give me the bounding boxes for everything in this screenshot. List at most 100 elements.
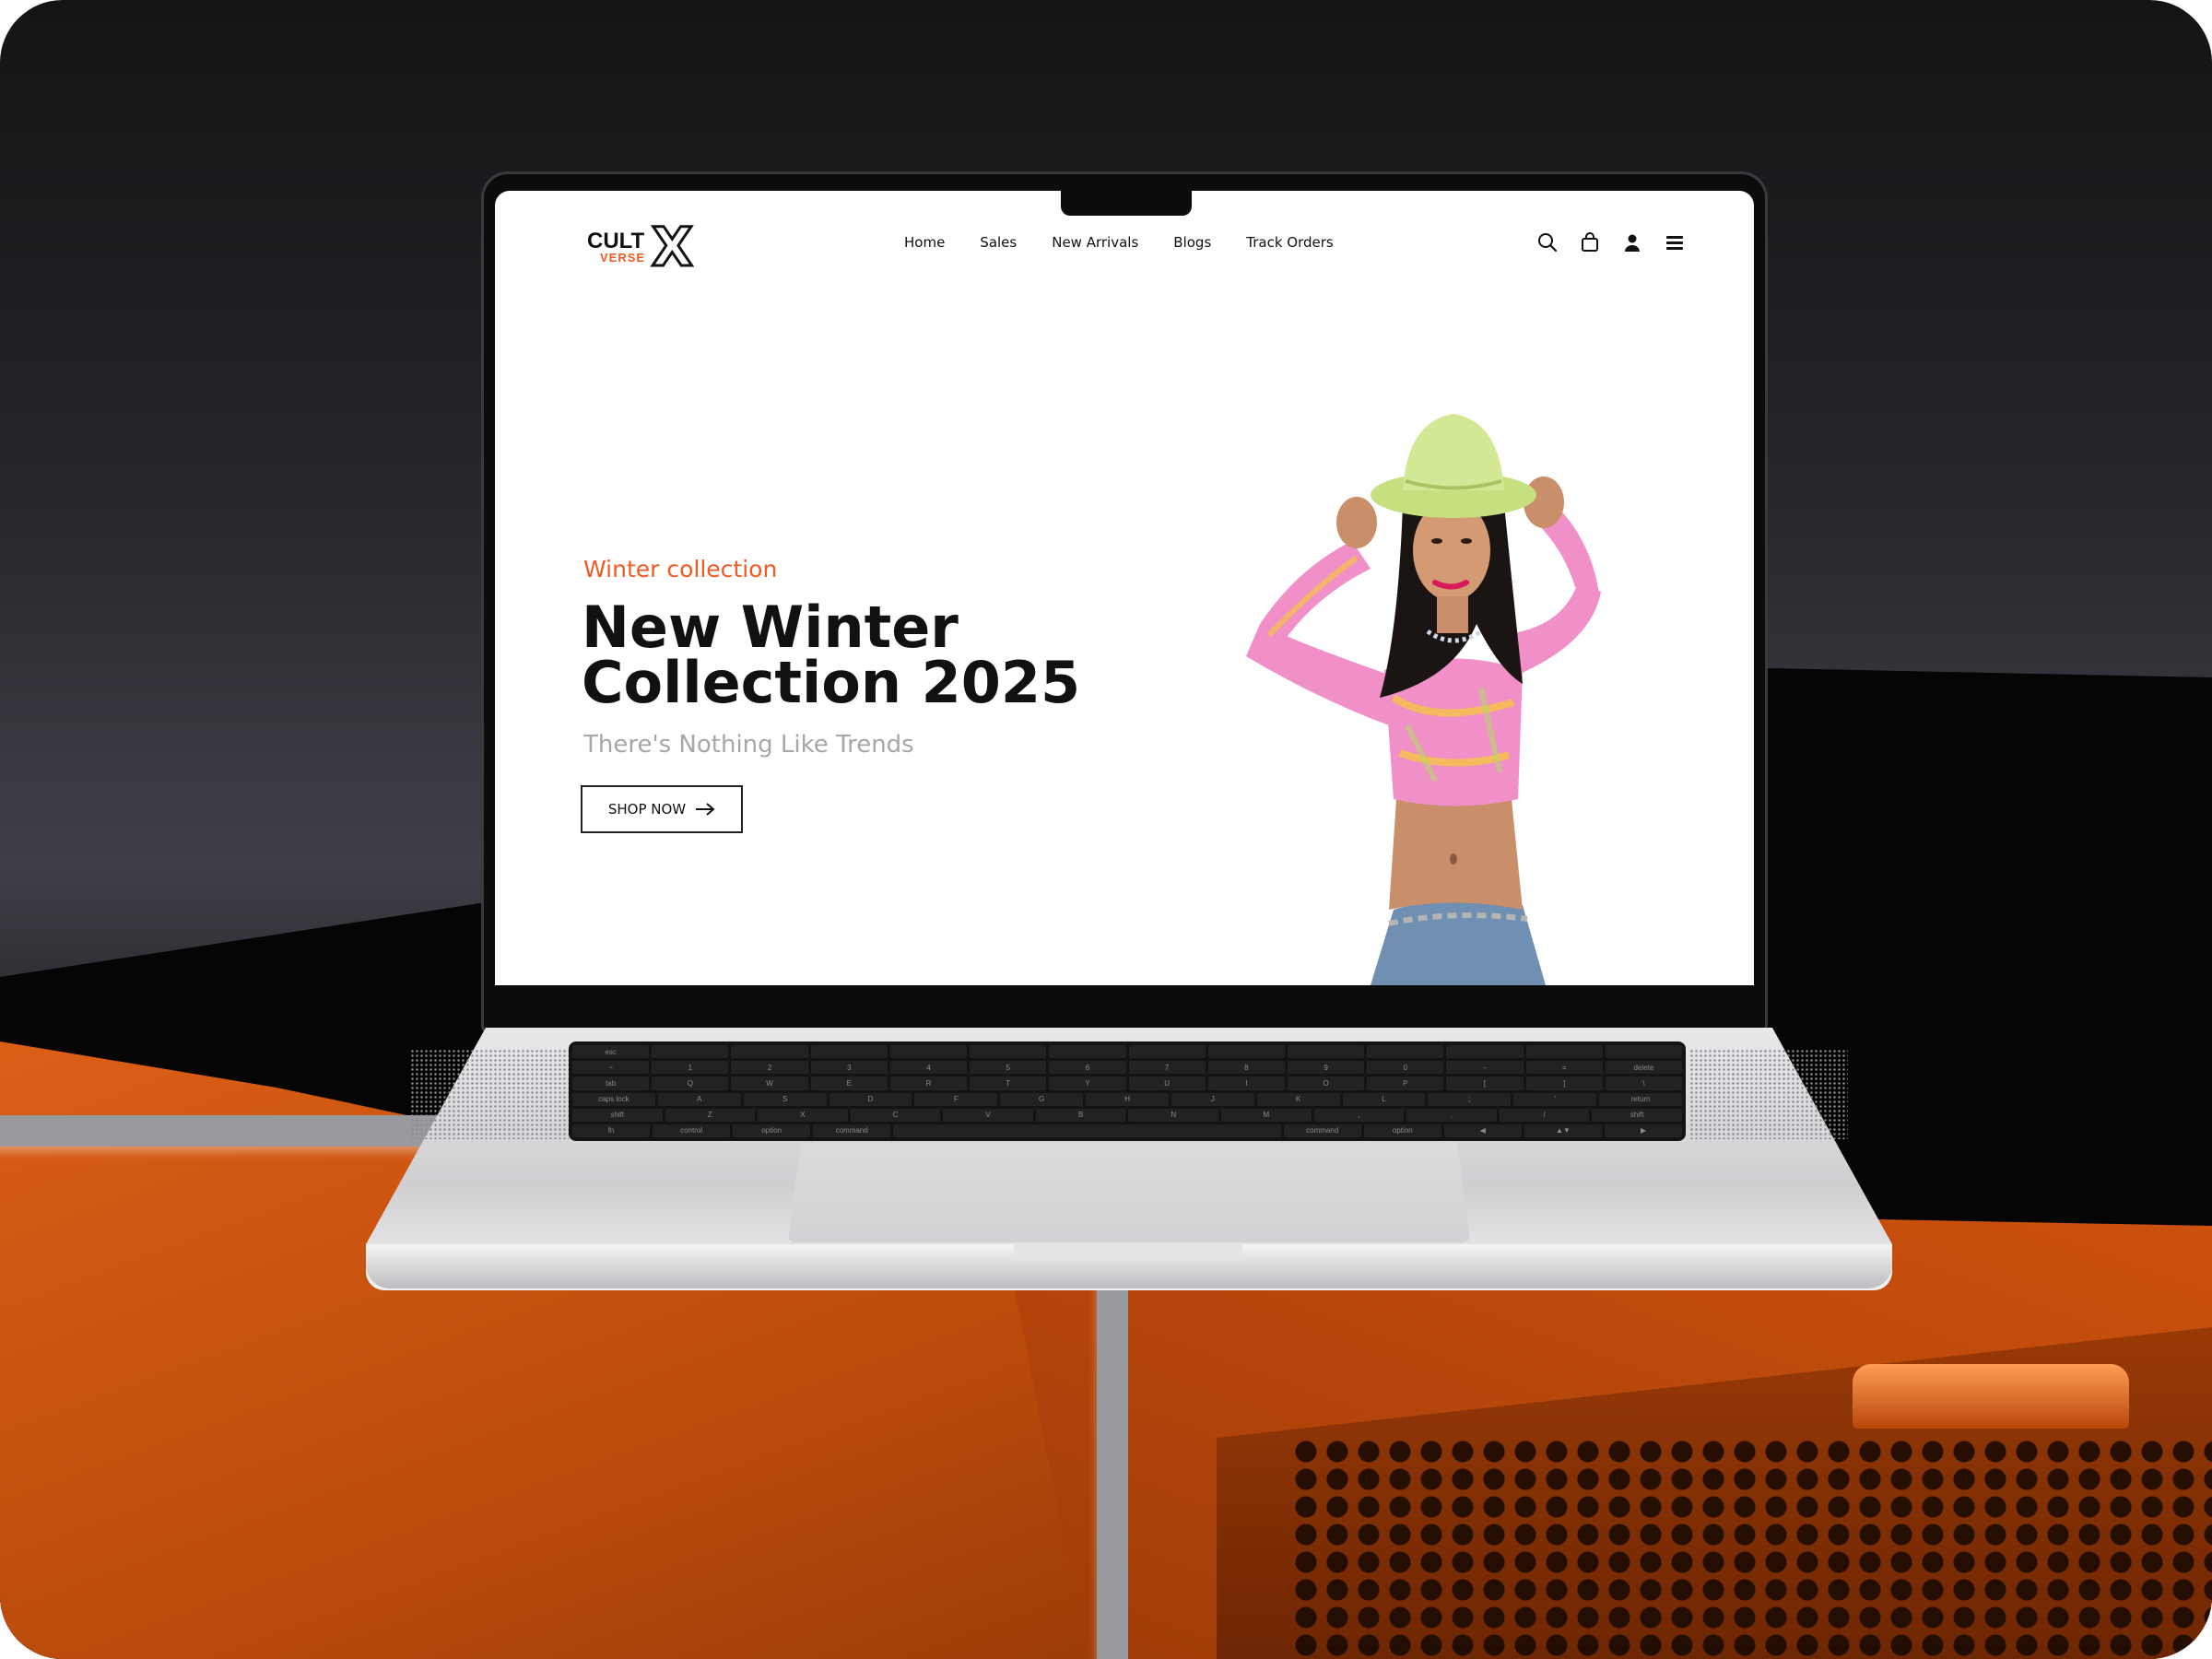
key[interactable]: R [889,1077,968,1090]
key[interactable]: option [1363,1124,1441,1137]
hex-grille [1290,1438,2212,1659]
key[interactable]: X [758,1108,848,1122]
key[interactable]: 3 [810,1061,888,1075]
keyboard-row: tab Q W E R T Y U I O P[] \ [572,1077,1683,1090]
key[interactable]: N [1128,1108,1219,1122]
key[interactable]: C [850,1108,941,1122]
key[interactable]: - [1446,1061,1524,1075]
key[interactable]: ] [1525,1077,1603,1090]
hero-model-image [1246,414,1601,985]
key[interactable]: caps lock [572,1092,655,1106]
key[interactable] [1605,1045,1683,1059]
key[interactable]: 1 [652,1061,729,1075]
key[interactable]: ◀ [1443,1124,1522,1137]
key[interactable]: command [1283,1124,1361,1137]
keyboard: esc ~1 2 3 4 5 6 7 8 9 0- = delete tab Q W E R T Y U I O P[] \… [569,1041,1686,1141]
key[interactable]: 7 [1128,1061,1206,1075]
shop-now-button[interactable]: SHOP NOW [581,785,743,833]
key[interactable]: T [970,1077,1047,1090]
key[interactable]: tab [572,1077,650,1090]
key[interactable]: fn [572,1124,651,1137]
key[interactable] [1367,1045,1444,1059]
key[interactable]: Z [665,1108,756,1122]
key[interactable] [1049,1045,1126,1059]
key[interactable]: D [829,1092,912,1106]
key[interactable]: 4 [889,1061,968,1075]
key[interactable]: 0 [1367,1061,1444,1075]
key[interactable]: , [1313,1108,1405,1122]
key[interactable] [1446,1045,1524,1059]
key[interactable]: V [943,1108,1033,1122]
key[interactable]: . [1406,1108,1497,1122]
key[interactable] [652,1045,729,1059]
key[interactable]: delete [1605,1061,1683,1075]
nav-track-orders[interactable]: Track Orders [1246,234,1333,251]
spacebar-key[interactable] [893,1124,1281,1137]
key[interactable] [1525,1045,1603,1059]
key[interactable]: / [1499,1108,1590,1122]
key[interactable]: E [810,1077,888,1090]
key[interactable]: esc [572,1045,650,1059]
key[interactable] [810,1045,888,1059]
key[interactable]: ▲▼ [1524,1124,1602,1137]
nav-home[interactable]: Home [904,234,945,251]
key[interactable]: L [1342,1092,1426,1106]
key[interactable]: M [1221,1108,1312,1122]
shop-now-label: SHOP NOW [607,801,687,818]
key[interactable]: O [1287,1077,1365,1090]
key[interactable]: 2 [731,1061,808,1075]
keyboard-row: ~1 2 3 4 5 6 7 8 9 0- = delete [572,1061,1683,1075]
logo-mark: X [651,215,695,280]
bag-icon[interactable] [1579,231,1601,253]
key[interactable]: S [743,1092,827,1106]
key[interactable]: Q [652,1077,729,1090]
key[interactable] [1128,1045,1206,1059]
key[interactable]: ; [1428,1092,1512,1106]
key[interactable]: B [1035,1108,1126,1122]
key[interactable]: ▶ [1604,1124,1683,1137]
key[interactable]: I [1207,1077,1285,1090]
user-icon[interactable] [1621,231,1643,253]
key[interactable]: [ [1446,1077,1524,1090]
key[interactable]: W [731,1077,808,1090]
key[interactable]: G [1000,1092,1084,1106]
key[interactable]: 5 [970,1061,1047,1075]
menu-icon[interactable] [1664,231,1686,253]
key[interactable]: 9 [1287,1061,1365,1075]
nav-new-arrivals[interactable]: New Arrivals [1052,234,1138,251]
key[interactable]: command [813,1124,891,1137]
key[interactable]: P [1367,1077,1444,1090]
key[interactable]: K [1256,1092,1340,1106]
nav-sales[interactable]: Sales [980,234,1017,251]
search-icon[interactable] [1536,231,1559,253]
key[interactable]: H [1086,1092,1169,1106]
key[interactable]: J [1171,1092,1254,1106]
nav-blogs[interactable]: Blogs [1173,234,1211,251]
key[interactable] [970,1045,1047,1059]
key[interactable]: = [1525,1061,1603,1075]
main-nav: Home Sales New Arrivals Blogs Track Orde… [904,234,1334,251]
key[interactable]: shift [1592,1108,1682,1122]
key[interactable]: Y [1049,1077,1126,1090]
key[interactable]: ~ [572,1061,650,1075]
key[interactable]: ' [1513,1092,1597,1106]
key[interactable] [889,1045,968,1059]
key[interactable]: U [1128,1077,1206,1090]
trackpad[interactable] [788,1143,1470,1242]
key[interactable]: 6 [1049,1061,1126,1075]
key[interactable]: control [653,1124,731,1137]
key[interactable]: 8 [1207,1061,1285,1075]
site-logo[interactable]: X CULT VERSE [587,215,707,280]
key[interactable]: option [733,1124,811,1137]
keyboard-row: esc [572,1045,1683,1059]
key[interactable]: shift [572,1108,663,1122]
key[interactable] [731,1045,808,1059]
key[interactable]: \ [1605,1077,1683,1090]
key[interactable]: F [914,1092,998,1106]
lid-opening-notch [1014,1244,1242,1261]
key[interactable]: A [657,1092,741,1106]
orange-handle [1853,1364,2129,1429]
key[interactable]: return [1599,1092,1682,1106]
key[interactable] [1287,1045,1365,1059]
key[interactable] [1207,1045,1285,1059]
